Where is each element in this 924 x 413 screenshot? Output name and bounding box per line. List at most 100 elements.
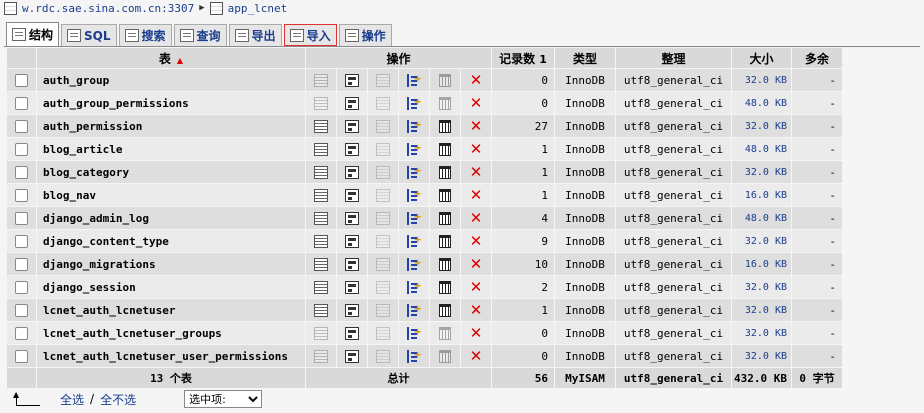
browse-icon[interactable] <box>314 349 328 363</box>
drop-icon[interactable]: ✕ <box>469 325 483 340</box>
insert-icon[interactable] <box>407 348 421 363</box>
empty-table-icon[interactable] <box>439 73 451 87</box>
table-name-link[interactable]: django_content_type <box>37 230 305 252</box>
search-icon[interactable] <box>376 326 390 340</box>
empty-table-icon[interactable] <box>439 119 451 133</box>
table-size[interactable]: 48.0 KB <box>732 92 791 114</box>
table-name-link[interactable]: blog_article <box>37 138 305 160</box>
drop-icon[interactable]: ✕ <box>469 302 483 317</box>
table-name-link[interactable]: lcnet_auth_lcnetuser_user_permissions <box>37 345 305 367</box>
drop-icon[interactable]: ✕ <box>469 95 483 110</box>
browse-icon[interactable] <box>314 119 328 133</box>
table-name-link[interactable]: django_admin_log <box>37 207 305 229</box>
empty-table-icon[interactable] <box>439 234 451 248</box>
table-name-link[interactable]: auth_permission <box>37 115 305 137</box>
drop-icon[interactable]: ✕ <box>469 233 483 248</box>
structure-icon[interactable] <box>345 280 359 294</box>
empty-table-icon[interactable] <box>439 165 451 179</box>
search-icon[interactable] <box>376 234 390 248</box>
empty-table-icon[interactable] <box>439 188 451 202</box>
insert-icon[interactable] <box>407 302 421 317</box>
browse-icon[interactable] <box>314 188 328 202</box>
search-icon[interactable] <box>376 211 390 225</box>
browse-icon[interactable] <box>314 257 328 271</box>
table-name-link[interactable]: django_migrations <box>37 253 305 275</box>
drop-icon[interactable]: ✕ <box>469 348 483 363</box>
row-checkbox[interactable] <box>15 142 28 156</box>
search-icon[interactable] <box>376 96 390 110</box>
type-column-header[interactable]: 类型 <box>555 48 615 68</box>
browse-icon[interactable] <box>314 165 328 179</box>
structure-icon[interactable] <box>345 165 359 179</box>
empty-table-icon[interactable] <box>439 349 451 363</box>
row-checkbox[interactable] <box>15 188 28 202</box>
table-size[interactable]: 16.0 KB <box>732 184 791 206</box>
search-icon[interactable] <box>376 280 390 294</box>
search-icon[interactable] <box>376 165 390 179</box>
row-checkbox[interactable] <box>15 73 28 87</box>
deselect-all-link[interactable]: 全不选 <box>100 391 136 408</box>
select-all-link[interactable]: 全选 <box>60 391 84 408</box>
insert-icon[interactable] <box>407 210 421 225</box>
table-name-link[interactable]: blog_category <box>37 161 305 183</box>
empty-table-icon[interactable] <box>439 211 451 225</box>
table-size[interactable]: 32.0 KB <box>732 345 791 367</box>
insert-icon[interactable] <box>407 72 421 87</box>
row-checkbox[interactable] <box>15 257 28 271</box>
structure-icon[interactable] <box>345 326 359 340</box>
row-checkbox[interactable] <box>15 234 28 248</box>
empty-table-icon[interactable] <box>439 142 451 156</box>
breadcrumb-server-link[interactable]: w.rdc.sae.sina.com.cn:3307 <box>22 2 194 15</box>
structure-icon[interactable] <box>345 211 359 225</box>
search-icon[interactable] <box>376 73 390 87</box>
empty-table-icon[interactable] <box>439 257 451 271</box>
browse-icon[interactable] <box>314 303 328 317</box>
search-icon[interactable] <box>376 188 390 202</box>
empty-table-icon[interactable] <box>439 303 451 317</box>
drop-icon[interactable]: ✕ <box>469 141 483 156</box>
table-size[interactable]: 32.0 KB <box>732 69 791 91</box>
browse-icon[interactable] <box>314 142 328 156</box>
structure-icon[interactable] <box>345 73 359 87</box>
insert-icon[interactable] <box>407 95 421 110</box>
table-size[interactable]: 32.0 KB <box>732 276 791 298</box>
table-size[interactable]: 32.0 KB <box>732 161 791 183</box>
structure-icon[interactable] <box>345 257 359 271</box>
drop-icon[interactable]: ✕ <box>469 72 483 87</box>
browse-icon[interactable] <box>314 96 328 110</box>
insert-icon[interactable] <box>407 279 421 294</box>
tab-sql[interactable]: SQL <box>61 24 117 46</box>
insert-icon[interactable] <box>407 118 421 133</box>
search-icon[interactable] <box>376 257 390 271</box>
row-checkbox[interactable] <box>15 303 28 317</box>
table-name-link[interactable]: lcnet_auth_lcnetuser <box>37 299 305 321</box>
empty-table-icon[interactable] <box>439 96 451 110</box>
table-name-link[interactable]: blog_nav <box>37 184 305 206</box>
browse-icon[interactable] <box>314 211 328 225</box>
table-size[interactable]: 32.0 KB <box>732 322 791 344</box>
structure-icon[interactable] <box>345 142 359 156</box>
row-checkbox[interactable] <box>15 326 28 340</box>
with-selected-dropdown[interactable]: 选中项: <box>184 390 263 408</box>
structure-icon[interactable] <box>345 119 359 133</box>
browse-icon[interactable] <box>314 234 328 248</box>
tab-query[interactable]: 查询 <box>173 24 227 46</box>
drop-icon[interactable]: ✕ <box>469 210 483 225</box>
drop-icon[interactable]: ✕ <box>469 164 483 179</box>
table-size[interactable]: 16.0 KB <box>732 253 791 275</box>
tab-import[interactable]: 导入 <box>283 24 337 46</box>
structure-icon[interactable] <box>345 303 359 317</box>
row-checkbox[interactable] <box>15 96 28 110</box>
table-name-link[interactable]: django_session <box>37 276 305 298</box>
browse-icon[interactable] <box>314 73 328 87</box>
table-name-link[interactable]: auth_group_permissions <box>37 92 305 114</box>
tab-wrench[interactable]: 操作 <box>338 24 392 46</box>
row-checkbox[interactable] <box>15 119 28 133</box>
drop-icon[interactable]: ✕ <box>469 256 483 271</box>
table-size[interactable]: 32.0 KB <box>732 299 791 321</box>
row-checkbox[interactable] <box>15 165 28 179</box>
table-size[interactable]: 32.0 KB <box>732 115 791 137</box>
structure-icon[interactable] <box>345 188 359 202</box>
table-name-link[interactable]: lcnet_auth_lcnetuser_groups <box>37 322 305 344</box>
structure-icon[interactable] <box>345 96 359 110</box>
